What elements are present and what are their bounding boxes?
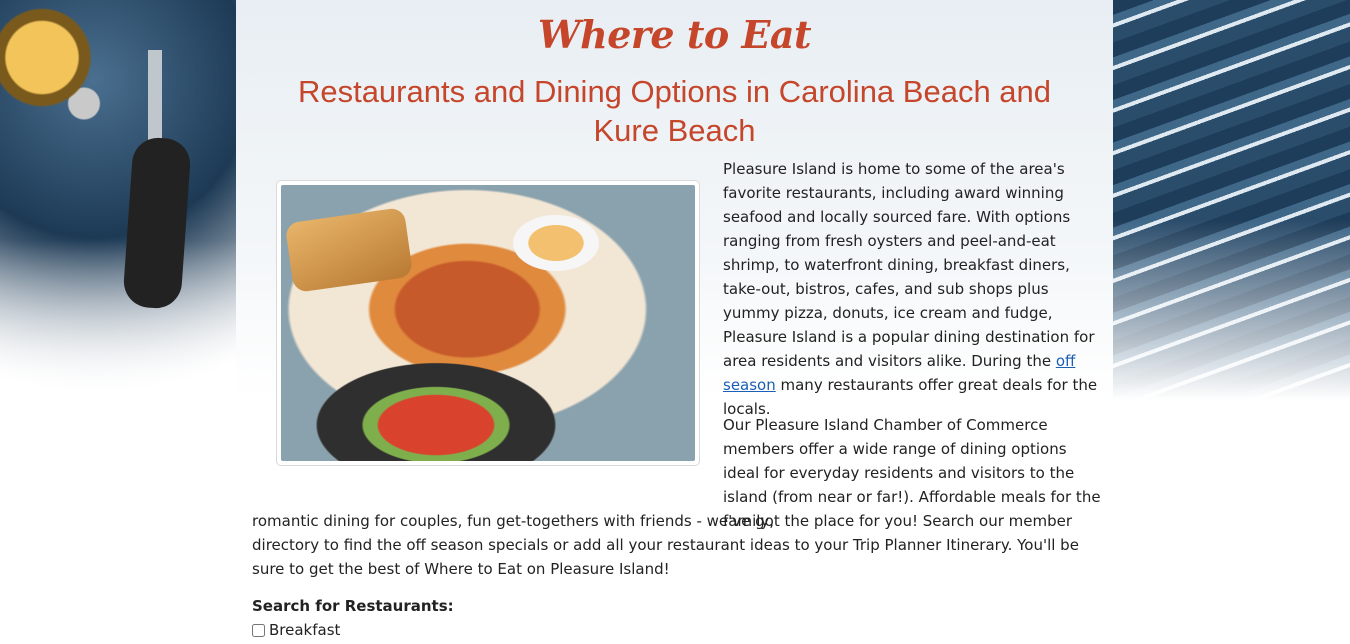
toast-graphic bbox=[284, 206, 414, 294]
fishing-reel-photo bbox=[0, 0, 236, 400]
salsa-bowl-graphic bbox=[301, 355, 571, 461]
page-title: Restaurants and Dining Options in Caroli… bbox=[297, 74, 1052, 148]
main-content: Where to Eat Restaurants and Dining Opti… bbox=[236, 0, 1113, 644]
reel-graphic bbox=[0, 0, 140, 230]
intro-paragraph: Pleasure Island is home to some of the a… bbox=[723, 157, 1103, 421]
breakfast-filter[interactable]: Breakfast bbox=[252, 621, 340, 639]
photo-image bbox=[281, 185, 695, 461]
intro-text-after-link: many restaurants offer great deals for t… bbox=[723, 376, 1098, 418]
search-restaurants-label: Search for Restaurants: bbox=[252, 597, 454, 615]
breakfast-checkbox[interactable] bbox=[252, 623, 265, 637]
page-script-title: Where to Eat bbox=[537, 12, 812, 57]
seafood-plate-photo bbox=[276, 180, 700, 466]
members-paragraph-part2: romantic dining for couples, fun get-tog… bbox=[252, 512, 1079, 578]
reel-handle-graphic bbox=[122, 136, 192, 310]
ocean-waves-photo bbox=[1113, 0, 1350, 400]
sauce-cup-graphic bbox=[513, 215, 599, 271]
intro-text-before-link: Pleasure Island is home to some of the a… bbox=[723, 160, 1095, 370]
breakfast-label: Breakfast bbox=[269, 621, 341, 639]
